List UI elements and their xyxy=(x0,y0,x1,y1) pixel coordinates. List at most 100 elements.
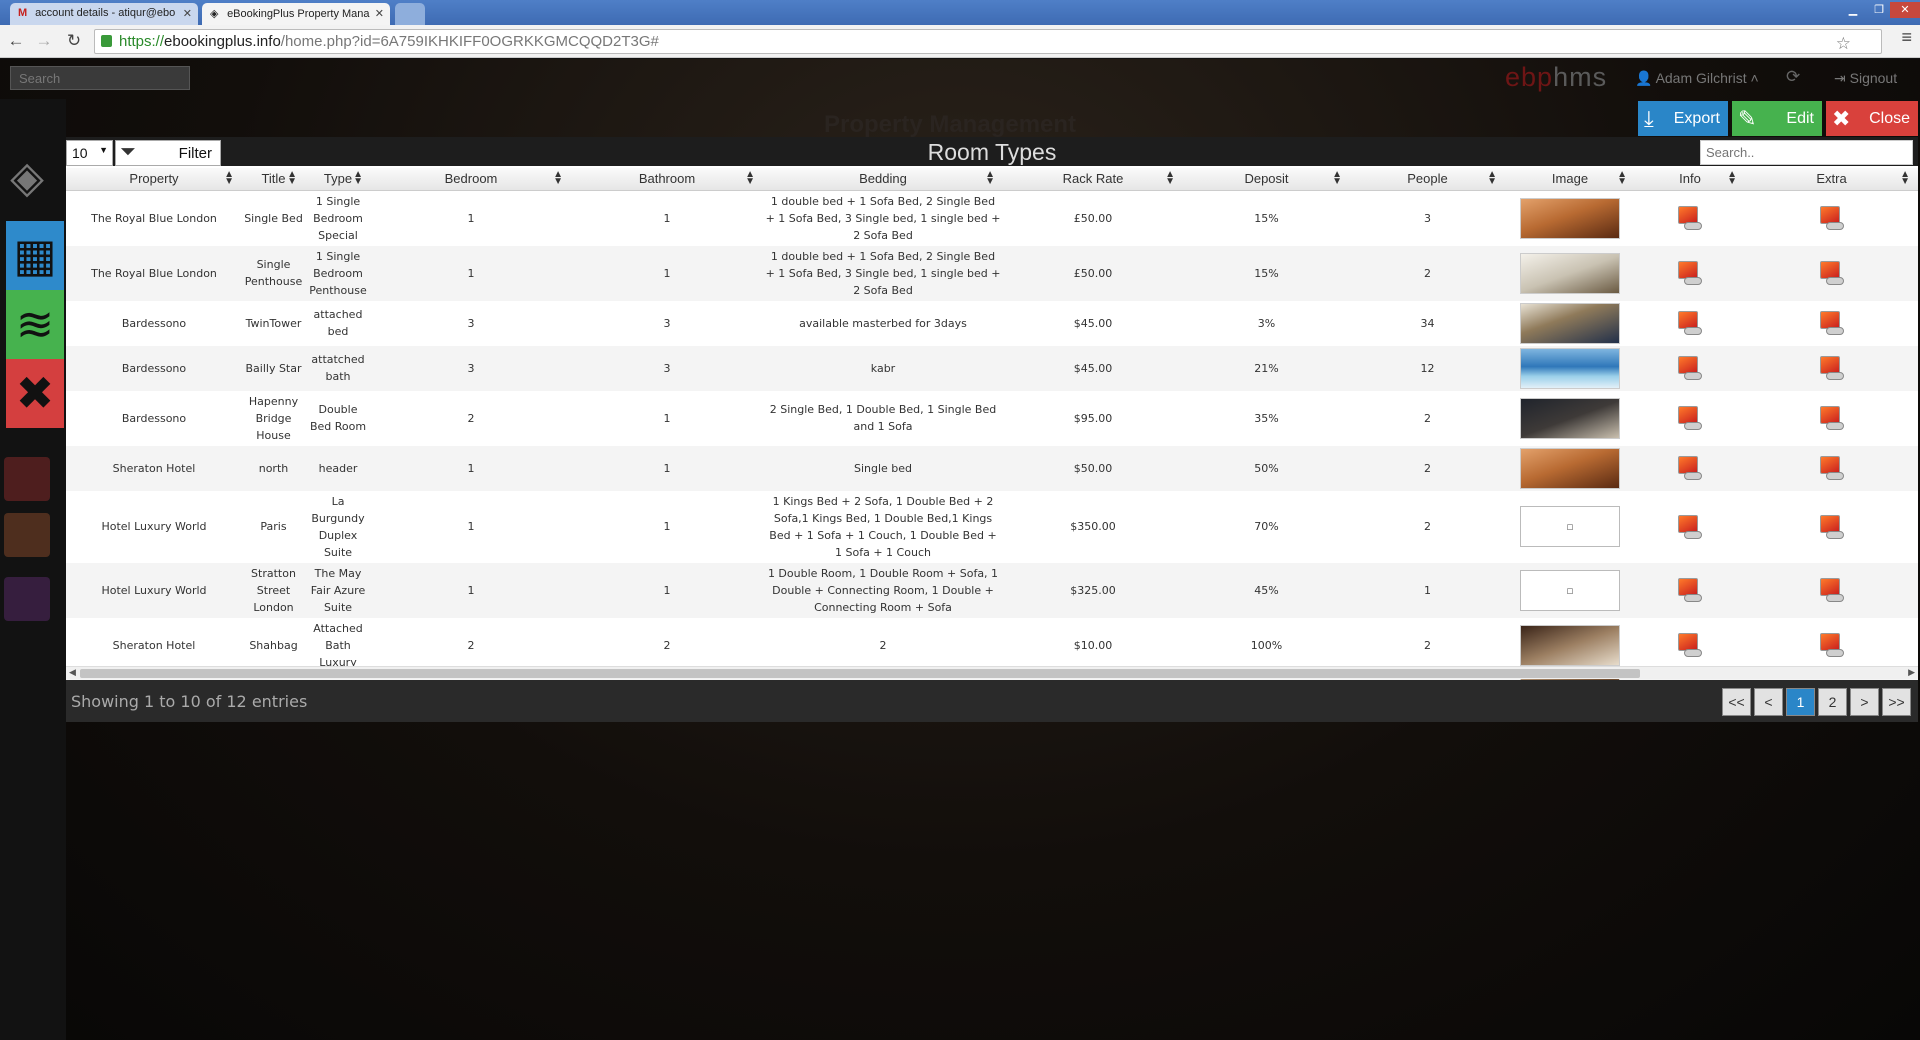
info-icon[interactable] xyxy=(1676,514,1704,540)
sort-icon[interactable]: ▲ ▼ xyxy=(985,170,995,187)
column-header[interactable]: Rack Rate ▲ ▼ xyxy=(1003,168,1183,191)
extra-icon[interactable] xyxy=(1818,310,1846,336)
table-row[interactable]: The Royal Blue London Single Penthouse 1 S… xyxy=(66,245,1918,301)
table-row[interactable]: The Royal Blue London Single Bed 1 Single … xyxy=(66,190,1918,246)
column-header[interactable]: Type ▲ ▼ xyxy=(305,168,371,191)
page-button[interactable]: 1 xyxy=(1786,688,1815,716)
sort-icon[interactable]: ▲ ▼ xyxy=(553,170,563,187)
pool-photo[interactable] xyxy=(1520,347,1620,389)
hotel-room-photo[interactable] xyxy=(1520,252,1620,294)
extra-icon[interactable] xyxy=(1818,455,1846,481)
sort-icon[interactable]: ▲ ▼ xyxy=(287,170,297,187)
close-tab-icon[interactable]: ✕ xyxy=(375,7,384,20)
info-icon[interactable] xyxy=(1676,355,1704,381)
page-button[interactable]: << xyxy=(1722,688,1751,716)
settings-icon[interactable] xyxy=(4,513,50,557)
info-icon[interactable] xyxy=(1676,632,1704,658)
table-search-input[interactable] xyxy=(1700,140,1913,165)
reload-icon[interactable]: ↻ xyxy=(64,31,84,51)
sort-icon[interactable]: ▲ ▼ xyxy=(1165,170,1175,187)
scroll-left-arrow-icon[interactable]: ◀ xyxy=(69,667,76,678)
table-row[interactable]: Bardessono TwinTower attached bed 3 3 availab… xyxy=(66,301,1918,346)
hotel-room-photo[interactable] xyxy=(1520,197,1620,239)
extra-icon[interactable] xyxy=(1818,577,1846,603)
signout-button[interactable]: ⇥ Signout xyxy=(1834,70,1897,87)
column-header[interactable]: People ▲ ▼ xyxy=(1350,168,1505,191)
sort-icon[interactable]: ▲ ▼ xyxy=(1727,170,1737,187)
table-row[interactable]: Hotel Luxury World Paris La Burgundy Duple… xyxy=(66,491,1918,563)
back-logo-icon[interactable]: ◈ xyxy=(2,153,52,203)
sort-icon[interactable]: ▲ ▼ xyxy=(1900,170,1910,187)
column-header[interactable]: Title ▲ ▼ xyxy=(242,168,305,191)
cell-rate: $45.00 xyxy=(1003,345,1183,391)
close-window-icon[interactable]: ✕ xyxy=(1890,2,1920,18)
column-header[interactable]: Bedroom ▲ ▼ xyxy=(371,168,571,191)
page-button[interactable]: < xyxy=(1754,688,1783,716)
column-header[interactable]: Bedding ▲ ▼ xyxy=(763,168,1003,191)
address-bar[interactable]: https://ebookingplus.info/home.php?id=6A… xyxy=(94,29,1882,54)
info-icon[interactable] xyxy=(1676,455,1704,481)
horizontal-scrollbar[interactable]: ◀ ▶ xyxy=(66,666,1918,679)
table-row[interactable]: Sheraton Hotel Shahbag Attached Bath Luxur… xyxy=(66,618,1918,673)
info-icon[interactable] xyxy=(1676,205,1704,231)
sidebar-dashboard-button[interactable]: ▦ xyxy=(6,221,64,290)
info-icon[interactable] xyxy=(1676,260,1704,286)
sort-icon[interactable]: ▲ ▼ xyxy=(353,170,363,187)
column-header[interactable]: Property ▲ ▼ xyxy=(66,168,242,191)
user-menu[interactable]: 👤 Adam Gilchrist ˄ xyxy=(1635,70,1759,87)
column-header[interactable]: Image ▲ ▼ xyxy=(1505,168,1635,191)
page-button[interactable]: >> xyxy=(1882,688,1911,716)
back-arrow-icon[interactable]: ← xyxy=(6,31,26,51)
column-header[interactable]: Info ▲ ▼ xyxy=(1635,168,1745,191)
extra-icon[interactable] xyxy=(1818,260,1846,286)
sort-icon[interactable]: ▲ ▼ xyxy=(745,170,755,187)
browser-menu-icon[interactable]: ≡ xyxy=(1901,27,1912,48)
sidebar-close-button[interactable]: ✖ xyxy=(6,359,64,428)
hotel-room-photo[interactable] xyxy=(1520,397,1620,439)
minimize-window-icon[interactable]: ▁ xyxy=(1842,2,1864,18)
browser-tab-ebookingplus[interactable]: ◈ eBookingPlus Property Mana ✕ xyxy=(202,3,390,25)
close-tab-icon[interactable]: ✕ xyxy=(183,7,192,20)
table-row[interactable]: Bardessono Bailly Star attatched bath 3 3 kab… xyxy=(66,345,1918,391)
table-row[interactable]: Sheraton Hotel north header 1 1 Single bed $50… xyxy=(66,445,1918,491)
monitor-icon[interactable] xyxy=(4,457,50,501)
sort-icon[interactable]: ▲ ▼ xyxy=(1332,170,1342,187)
refresh-icon[interactable]: ⟳ xyxy=(1786,67,1800,87)
column-header[interactable]: Extra ▲ ▼ xyxy=(1745,168,1918,191)
extra-icon[interactable] xyxy=(1818,514,1846,540)
new-tab-button[interactable] xyxy=(395,3,425,25)
broken-image-icon[interactable]: ▫ xyxy=(1520,506,1620,547)
sidebar-layers-button[interactable]: ≋ xyxy=(6,290,64,359)
column-header[interactable]: Deposit ▲ ▼ xyxy=(1183,168,1350,191)
close-button[interactable]: ✖ Close xyxy=(1826,101,1918,136)
scrollbar-thumb[interactable] xyxy=(80,669,1640,678)
info-icon[interactable] xyxy=(1676,577,1704,603)
hotel-room-photo[interactable] xyxy=(1520,447,1620,489)
sort-icon[interactable]: ▲ ▼ xyxy=(224,170,234,187)
hotel-room-photo[interactable] xyxy=(1520,302,1620,344)
broken-image-icon[interactable]: ▫ xyxy=(1520,569,1620,611)
column-header[interactable]: Bathroom ▲ ▼ xyxy=(571,168,763,191)
hotel-room-photo[interactable] xyxy=(1520,624,1620,666)
extra-icon[interactable] xyxy=(1818,632,1846,658)
global-search-input[interactable]: Search xyxy=(10,66,190,90)
extra-icon[interactable] xyxy=(1818,355,1846,381)
edit-button[interactable]: ✎ Edit xyxy=(1732,101,1822,136)
forward-arrow-icon[interactable]: → xyxy=(34,31,54,51)
browser-tab-gmail[interactable]: M account details - atiqur@ebo ✕ xyxy=(10,3,198,25)
extra-icon[interactable] xyxy=(1818,405,1846,431)
table-row[interactable]: Bardessono Hapenny Bridge House Double Bed… xyxy=(66,391,1918,446)
page-button[interactable]: 2 xyxy=(1818,688,1847,716)
scroll-right-arrow-icon[interactable]: ▶ xyxy=(1908,667,1915,678)
maximize-window-icon[interactable]: ❐ xyxy=(1868,2,1890,18)
chart-icon[interactable] xyxy=(4,577,50,621)
info-icon[interactable] xyxy=(1676,405,1704,431)
table-row[interactable]: Hotel Luxury World Stratton Street London… xyxy=(66,562,1918,618)
page-button[interactable]: > xyxy=(1850,688,1879,716)
info-icon[interactable] xyxy=(1676,310,1704,336)
bookmark-star-icon[interactable]: ☆ xyxy=(1836,34,1851,54)
export-button[interactable]: ⤓ Export xyxy=(1638,101,1728,136)
extra-icon[interactable] xyxy=(1818,205,1846,231)
sort-icon[interactable]: ▲ ▼ xyxy=(1487,170,1497,187)
sort-icon[interactable]: ▲ ▼ xyxy=(1617,170,1627,187)
